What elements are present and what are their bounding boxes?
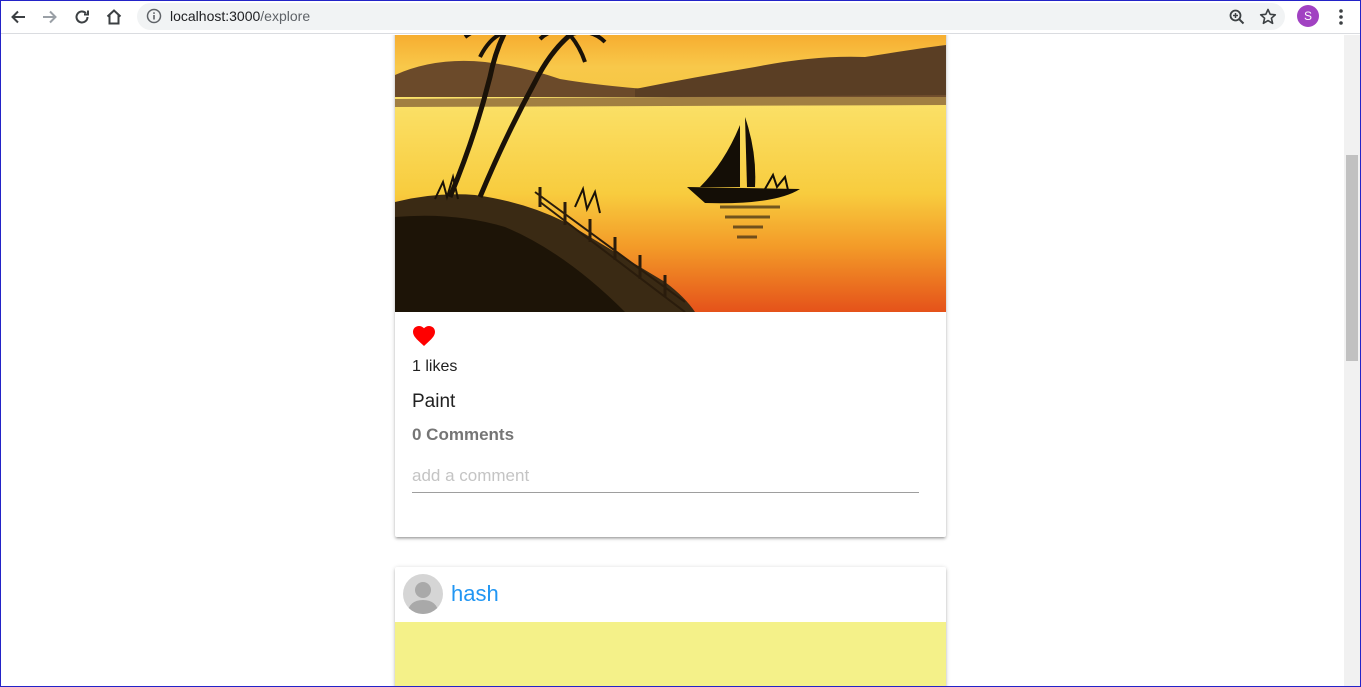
star-icon[interactable] [1258,7,1278,27]
more-vert-icon[interactable] [1331,6,1351,28]
reload-icon [75,10,89,24]
address-bar[interactable]: localhost:3000/explore [137,3,1285,30]
home-icon [106,9,122,25]
vertical-scrollbar[interactable] [1344,35,1360,686]
avatar[interactable] [403,574,443,614]
post-image [395,35,946,312]
sunset-painting-image [395,35,946,312]
comment-input[interactable] [412,459,919,493]
post-header: hash [395,567,946,622]
profile-avatar[interactable]: S [1297,5,1319,27]
post-card: hash [395,567,946,686]
scrollbar-thumb[interactable] [1346,155,1358,361]
arrow-left-icon [11,10,25,24]
arrow-right-icon [43,10,57,24]
post-card: 1 likes Paint 0 Comments [395,35,946,537]
post-author-link[interactable]: hash [451,581,499,607]
info-icon[interactable] [146,8,162,24]
back-button[interactable] [5,4,31,30]
post-image [395,622,946,686]
page-viewport: 1 likes Paint 0 Comments hash [1,35,1344,686]
user-icon [403,574,443,614]
post-title: Paint [412,391,456,412]
likes-count: 1 likes [412,358,458,375]
url-text[interactable]: localhost:3000/explore [170,8,310,24]
home-button[interactable] [101,4,127,30]
browser-window: localhost:3000/explore S 1 likes Paint 0… [0,0,1361,687]
zoom-icon[interactable] [1227,7,1247,27]
comments-count[interactable]: 0 Comments [412,425,514,445]
url-path: /explore [260,8,311,24]
heart-icon[interactable] [412,325,436,347]
forward-button[interactable] [37,4,63,30]
browser-toolbar: localhost:3000/explore S [1,1,1360,34]
url-host: localhost:3000 [170,8,261,24]
reload-button[interactable] [69,4,95,30]
